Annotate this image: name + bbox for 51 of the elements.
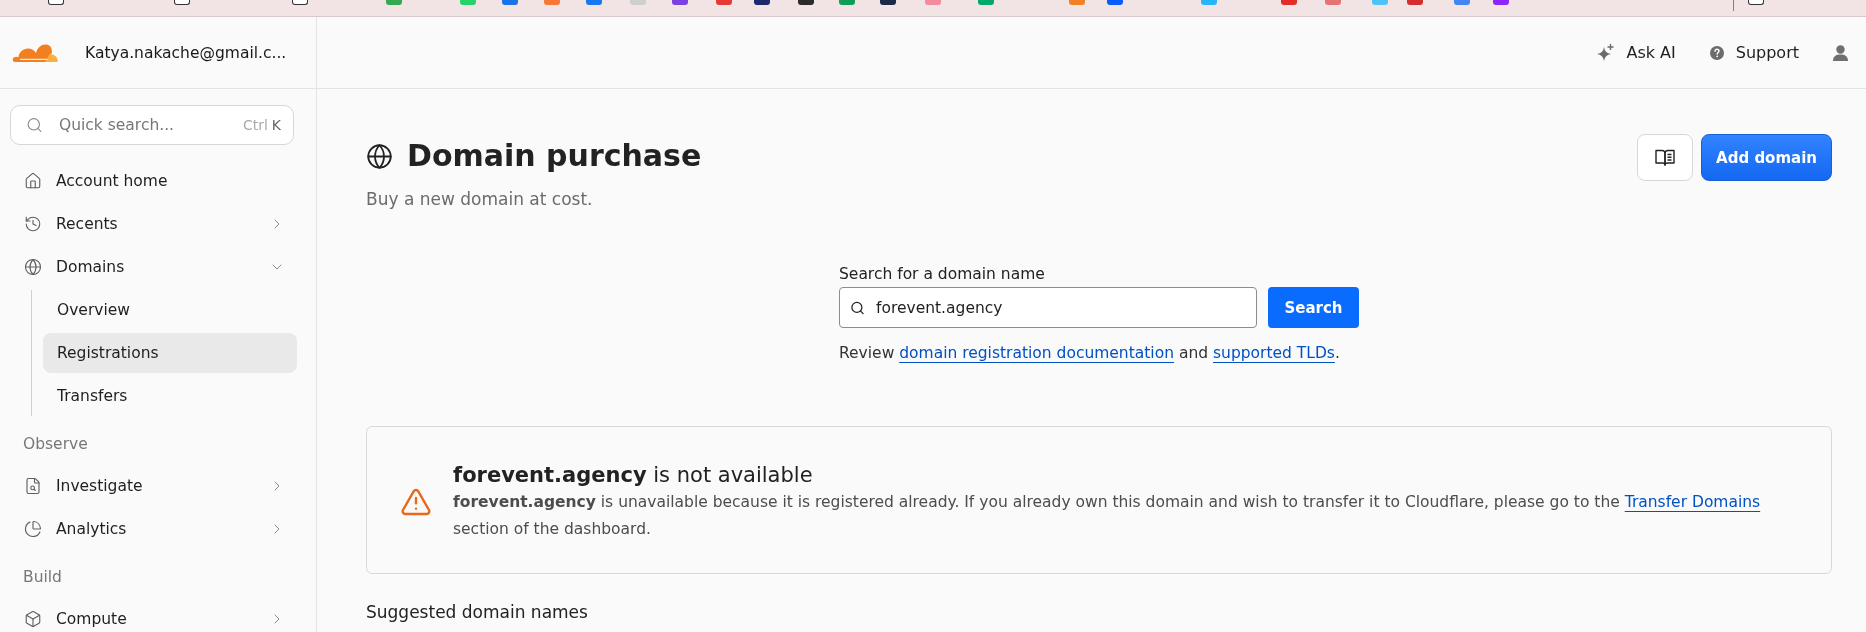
shortcut-key: Ctrl [242, 117, 268, 133]
nav-item[interactable]: Recents [14, 204, 297, 244]
shortcut-key: K [271, 117, 281, 133]
help-icon [1709, 45, 1724, 60]
header-action-button[interactable]: Ask AI [1597, 43, 1676, 62]
transfer-link[interactable]: Transfer Domains [1624, 493, 1761, 511]
sparkle-icon [1597, 44, 1615, 61]
favicon-icon[interactable] [880, 0, 896, 5]
favicon-icon[interactable] [174, 0, 190, 5]
history-icon [24, 215, 42, 233]
book-icon [1655, 149, 1676, 166]
domain-search-field[interactable]: forevent.agency [839, 287, 1257, 328]
nav-item[interactable]: Compute [14, 599, 297, 632]
nav-item[interactable]: Analytics [14, 509, 297, 549]
page-subtitle: Buy a new domain at cost. [366, 188, 594, 211]
pie-chart-icon [24, 520, 42, 538]
search-label: Search for a domain name [839, 264, 1046, 285]
globe-icon [24, 258, 42, 276]
account-name[interactable]: Katya.nakache@gmail.c... [85, 43, 287, 62]
help-link[interactable]: domain registration documentation [899, 344, 1174, 362]
header-action-button[interactable]: Support [1709, 43, 1799, 62]
favicon-icon[interactable] [292, 0, 308, 5]
favicon-icon[interactable] [48, 0, 64, 5]
search-icon [850, 300, 865, 315]
nav-item[interactable]: Investigate [14, 466, 297, 506]
favicon-icon[interactable] [754, 0, 770, 5]
home-icon [24, 172, 42, 190]
search-button[interactable]: Search [1268, 287, 1359, 328]
nav-item[interactable]: Domains [14, 247, 297, 287]
document-search-icon [24, 477, 42, 495]
favicon-icon[interactable] [798, 0, 814, 5]
add-domain-button[interactable]: Add domain [1701, 134, 1832, 181]
globe-icon [366, 142, 393, 170]
nav-item[interactable]: Transfers [43, 376, 297, 416]
section-heading: Build [22, 567, 63, 588]
nav-item[interactable]: Overview [43, 290, 297, 330]
nav-item[interactable]: Account home [14, 161, 297, 201]
alert-title: forevent.agency is not available [453, 462, 814, 489]
help-link[interactable]: supported TLDs [1213, 344, 1335, 362]
section-title: Suggested domain names [366, 601, 589, 624]
section-heading: Observe [22, 434, 89, 455]
page-title: Domain purchase [407, 137, 702, 175]
documentation-button[interactable] [1637, 134, 1694, 181]
alert-message: forevent.agency is unavailable because it is registered already. If you already own this domain and wish to transfer it to Cloudflare, please go to the Transfer Domains section of the dashboard. [453, 492, 1762, 540]
nav-item[interactable]: Registrations [43, 333, 297, 373]
search-icon [26, 116, 43, 134]
favicon-icon[interactable] [1748, 0, 1764, 5]
help-text: Review domain registration documentation and supported TLDs. [839, 343, 1341, 364]
cube-icon [24, 610, 42, 628]
user-icon[interactable] [1833, 44, 1848, 61]
cloud-logo-icon[interactable] [12, 42, 58, 63]
